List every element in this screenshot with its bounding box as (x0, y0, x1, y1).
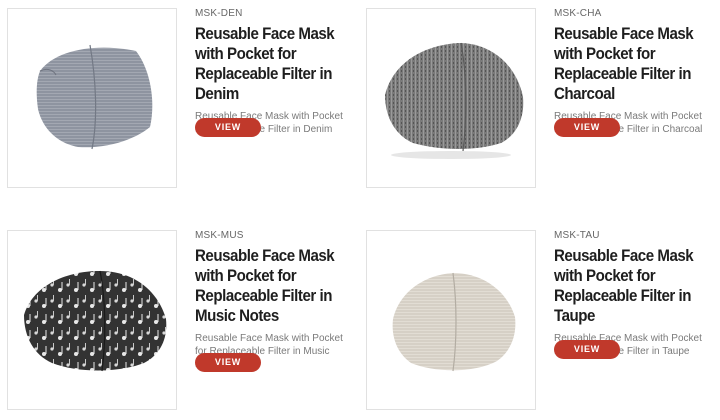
mask-denim-icon (36, 44, 153, 150)
product-info: MSK-MUS Reusable Face Mask with Pocket f… (195, 230, 359, 371)
mask-charcoal-icon (385, 42, 524, 159)
product-title[interactable]: Reusable Face Mask with Pocket for Repla… (195, 246, 351, 326)
product-image-denim-mask[interactable] (7, 8, 177, 188)
product-sku: MSK-CHA (554, 8, 602, 19)
product-sku: MSK-DEN (195, 8, 243, 19)
view-button[interactable]: VIEW (195, 118, 261, 137)
product-card: MSK-MUS Reusable Face Mask with Pocket f… (7, 230, 359, 420)
product-info: MSK-TAU Reusable Face Mask with Pocket f… (554, 230, 718, 358)
product-card: MSK-TAU Reusable Face Mask with Pocket f… (366, 230, 718, 420)
product-image-taupe-mask[interactable] (366, 230, 536, 410)
product-image-music-notes-mask[interactable] (7, 230, 177, 410)
product-title[interactable]: Reusable Face Mask with Pocket for Repla… (195, 24, 351, 104)
view-button[interactable]: VIEW (554, 118, 620, 137)
product-info: MSK-CHA Reusable Face Mask with Pocket f… (554, 8, 718, 136)
product-info: MSK-DEN Reusable Face Mask with Pocket f… (195, 8, 359, 136)
product-sku: MSK-TAU (554, 230, 600, 241)
product-title[interactable]: Reusable Face Mask with Pocket for Repla… (554, 246, 710, 326)
product-sku: MSK-MUS (195, 230, 244, 241)
mask-music-notes-icon (24, 270, 167, 372)
view-button[interactable]: VIEW (554, 340, 620, 359)
product-title[interactable]: Reusable Face Mask with Pocket for Repla… (554, 24, 710, 104)
mask-taupe-icon (392, 272, 516, 372)
view-button[interactable]: VIEW (195, 353, 261, 372)
product-card: MSK-CHA Reusable Face Mask with Pocket f… (366, 8, 718, 198)
product-image-charcoal-mask[interactable] (366, 8, 536, 188)
product-card: MSK-DEN Reusable Face Mask with Pocket f… (7, 8, 359, 198)
